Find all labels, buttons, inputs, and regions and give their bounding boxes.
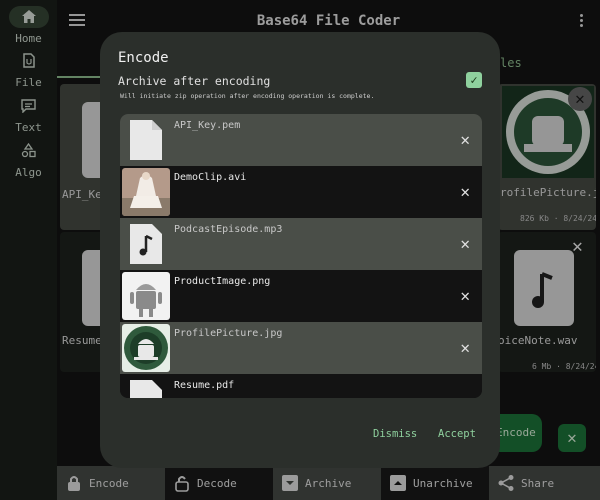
audio-file-icon	[122, 220, 170, 268]
archive-option-description: Will initiate zip operation after encodi…	[120, 92, 375, 100]
archive-option-label: Archive after encoding	[118, 74, 271, 88]
document-icon	[122, 116, 170, 164]
video-thumbnail	[122, 168, 170, 216]
android-image-thumbnail	[122, 272, 170, 320]
archive-checkbox[interactable]: ✓	[466, 72, 482, 88]
file-name: DemoClip.avi	[174, 172, 247, 183]
list-item: ProductImage.png ✕	[120, 270, 482, 322]
encode-dialog: Encode Archive after encoding ✓ Will ini…	[100, 32, 500, 468]
dialog-title: Encode	[118, 50, 169, 66]
file-name: Resume.pdf	[174, 380, 235, 391]
list-item: PodcastEpisode.mp3 ✕	[120, 218, 482, 270]
file-name: PodcastEpisode.mp3	[174, 224, 283, 235]
file-name: API_Key.pem	[174, 120, 241, 131]
list-item: ProfilePicture.jpg ✕	[120, 322, 482, 374]
selected-files-list[interactable]: API_Key.pem ✕ DemoClip.avi ✕ PodcastEpis…	[120, 114, 482, 398]
android-circuit-thumbnail	[122, 324, 170, 372]
remove-file-icon[interactable]: ✕	[460, 182, 470, 201]
remove-file-icon[interactable]: ✕	[460, 338, 470, 357]
accept-button[interactable]: Accept	[438, 428, 476, 440]
remove-file-icon[interactable]: ✕	[460, 286, 470, 305]
list-item: Resume.pdf	[120, 374, 482, 398]
dismiss-button[interactable]: Dismiss	[373, 428, 417, 440]
list-item: API_Key.pem ✕	[120, 114, 482, 166]
file-name: ProductImage.png	[174, 276, 271, 287]
remove-file-icon[interactable]: ✕	[460, 130, 470, 149]
document-icon	[122, 376, 170, 398]
remove-file-icon[interactable]: ✕	[460, 234, 470, 253]
list-item: DemoClip.avi ✕	[120, 166, 482, 218]
file-name: ProfilePicture.jpg	[174, 328, 283, 339]
